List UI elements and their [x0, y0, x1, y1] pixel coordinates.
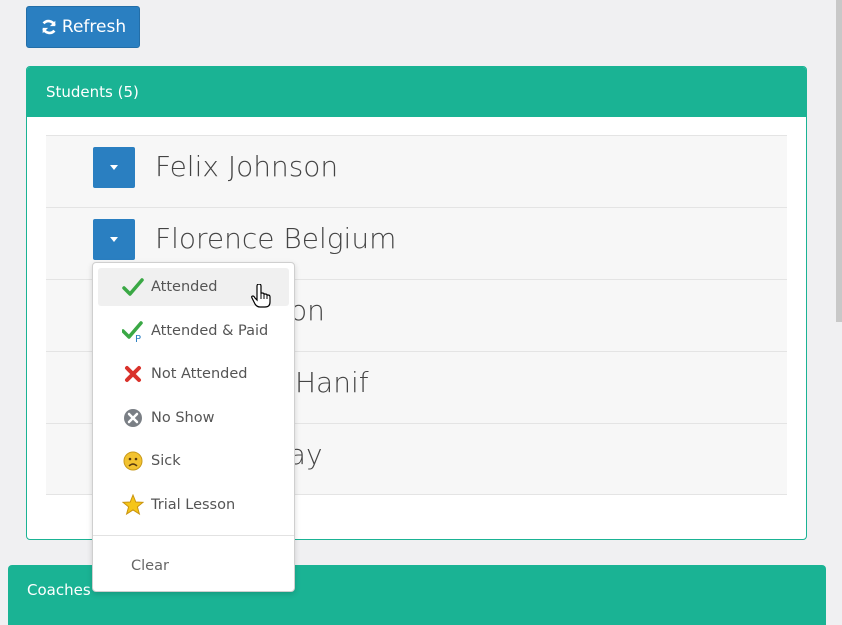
students-panel-title: Students (5) — [46, 83, 139, 101]
student-dropdown-button[interactable] — [93, 147, 135, 188]
menu-item-label: Not Attended — [151, 366, 248, 382]
sad-face-icon — [123, 451, 143, 471]
red-x-icon — [125, 366, 141, 382]
star-icon — [122, 494, 144, 516]
menu-item-label: Trial Lesson — [151, 497, 236, 513]
refresh-label: Refresh — [61, 17, 127, 37]
student-name: Felix Johnson — [155, 150, 339, 183]
refresh-icon — [42, 19, 56, 35]
menu-item-label: Sick — [151, 453, 181, 469]
menu-item-label: No Show — [151, 410, 215, 426]
menu-item-not-attended[interactable]: Not Attended — [98, 355, 289, 393]
gray-x-circle-icon — [124, 409, 142, 427]
student-row: Felix Johnson — [46, 135, 787, 207]
students-panel-heading: Students (5) — [27, 67, 806, 117]
refresh-button[interactable]: Refresh — [26, 6, 140, 48]
menu-item-sick[interactable]: Sick — [98, 442, 289, 480]
attendance-dropdown-menu: Attended P Attended & Paid Not Attended … — [92, 262, 295, 592]
menu-item-attended-paid[interactable]: P Attended & Paid — [98, 312, 289, 350]
scrollbar-thumb[interactable] — [836, 0, 842, 322]
menu-item-trial-lesson[interactable]: Trial Lesson — [98, 486, 289, 524]
coaches-panel-title: Coaches — [27, 581, 91, 599]
menu-item-label: Attended — [151, 279, 218, 295]
svg-text:P: P — [135, 334, 141, 342]
scrollbar-track[interactable] — [836, 0, 842, 614]
menu-item-label: Attended & Paid — [151, 323, 269, 339]
menu-item-no-show[interactable]: No Show — [98, 399, 289, 437]
menu-item-clear[interactable]: Clear — [131, 558, 169, 574]
check-icon — [122, 278, 144, 296]
check-paid-icon: P — [122, 321, 143, 342]
menu-divider — [93, 535, 294, 536]
student-name: Hanif — [295, 366, 369, 399]
hand-pointer-icon — [251, 284, 271, 308]
student-dropdown-button[interactable] — [93, 219, 135, 260]
student-name: Florence Belgium — [155, 222, 397, 255]
